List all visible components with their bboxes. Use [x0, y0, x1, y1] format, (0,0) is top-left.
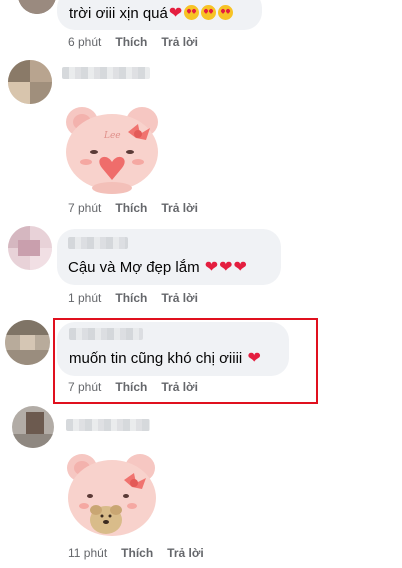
heart-eyes-emoji-icon: [201, 5, 217, 20]
commenter-name-blurred[interactable]: [66, 419, 150, 431]
commenter-avatar[interactable]: [8, 226, 52, 270]
comment-bubble: Cậu và Mợ đẹp lắm ❤❤❤: [57, 229, 281, 285]
heart-eyes-emoji-icon: [218, 5, 234, 20]
comment-text: trời ơiii xịn quá: [69, 5, 168, 22]
heart-emoji-icon: ❤: [233, 259, 247, 276]
like-button[interactable]: Thích: [115, 201, 147, 215]
comment-meta: 7 phút Thích Trả lời: [68, 201, 198, 215]
bear-heart-sticker: Lee: [66, 107, 158, 194]
heart-emoji-icon: ❤: [219, 259, 233, 276]
reply-button[interactable]: Trả lời: [161, 201, 198, 215]
comment-thread: trời ơiii xịn quá❤ 6 phút Thích Trả lời Le…: [0, 0, 402, 568]
like-button[interactable]: Thích: [121, 546, 153, 560]
comment-meta: 1 phút Thích Trả lời: [68, 291, 198, 305]
comment-meta: 6 phút Thích Trả lời: [68, 35, 198, 49]
reply-button[interactable]: Trả lời: [167, 546, 204, 560]
heart-emoji-icon: ❤: [204, 259, 219, 276]
heart-emoji-icon: ❤: [168, 5, 183, 22]
commenter-avatar[interactable]: [5, 320, 50, 365]
commenter-name-blurred[interactable]: [62, 67, 150, 79]
comment-bubble: trời ơiii xịn quá❤: [57, 0, 262, 30]
comment-timestamp: 7 phút: [68, 201, 102, 215]
heart-eyes-emoji-icon: [184, 5, 200, 20]
like-button[interactable]: Thích: [115, 35, 147, 49]
comment-timestamp: 11 phút: [68, 546, 108, 560]
commenter-avatar[interactable]: [8, 60, 52, 104]
sticker-caption: Lee: [103, 131, 121, 141]
bear-puppy-sticker: [67, 454, 156, 536]
comment-meta: 11 phút Thích Trả lời: [68, 546, 204, 560]
highlight-box: [53, 318, 318, 404]
like-button[interactable]: Thích: [115, 291, 147, 305]
comment-timestamp: 6 phút: [68, 35, 102, 49]
comment-text: Cậu và Mợ đẹp lắm: [68, 259, 200, 276]
reply-button[interactable]: Trả lời: [161, 35, 198, 49]
commenter-name-blurred[interactable]: [68, 237, 128, 249]
commenter-avatar[interactable]: [12, 406, 54, 448]
reply-button[interactable]: Trả lời: [161, 291, 198, 305]
commenter-avatar[interactable]: [18, 0, 56, 14]
comment-timestamp: 1 phút: [68, 291, 102, 305]
